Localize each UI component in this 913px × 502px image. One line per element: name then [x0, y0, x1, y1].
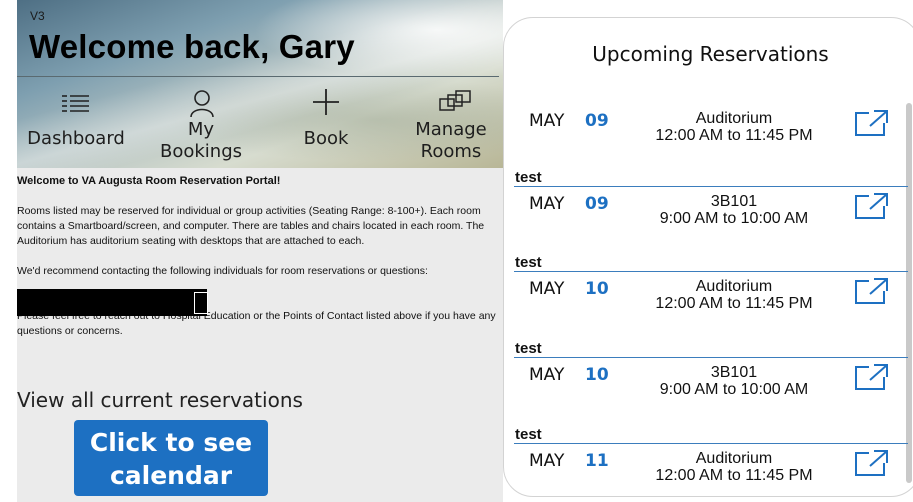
- open-external-icon[interactable]: [853, 191, 891, 221]
- reservation-note: test: [515, 426, 542, 443]
- intro-paragraph-rooms: Rooms listed may be reserved for individ…: [17, 205, 485, 247]
- reservation-time: 12:00 AM to 11:45 PM: [655, 295, 813, 312]
- reservation-item: MAY 09 Auditorium 12:00 AM to 11:45 PM: [504, 86, 908, 172]
- reservation-time: 9:00 AM to 10:00 AM: [659, 210, 809, 227]
- reservation-item: test MAY 10 Auditorium 12:00 AM to 11:45…: [504, 254, 908, 340]
- reservation-time: 12:00 AM to 11:45 PM: [655, 127, 813, 144]
- reservation-note: test: [515, 254, 542, 271]
- intro-text: Welcome to VA Augusta Room Reservation P…: [17, 174, 497, 354]
- view-all-reservations-label: View all current reservations: [17, 388, 303, 412]
- redacted-contact-edge: [194, 292, 208, 314]
- nav-manage-rooms[interactable]: Manage Rooms: [392, 86, 503, 166]
- reservation-divider: [514, 271, 908, 272]
- reservation-room: 3B101: [710, 364, 758, 381]
- reservation-item: test MAY 09 3B101 9:00 AM to 10:00 AM: [504, 169, 908, 255]
- person-icon: [142, 86, 260, 120]
- reservation-room: Auditorium: [695, 278, 773, 295]
- upcoming-reservations-panel: Upcoming Reservations MAY 09 Auditorium …: [503, 17, 913, 497]
- nav-dashboard[interactable]: Dashboard: [17, 86, 135, 166]
- header-banner: V3 Welcome back, Gary Dashboard My Booki…: [17, 0, 503, 168]
- see-calendar-button[interactable]: Click to see calendar: [74, 420, 268, 496]
- nav-my-bookings-label: My Bookings: [159, 119, 242, 162]
- nav-manage-rooms-label: Manage Rooms: [415, 119, 487, 162]
- reservation-day: 11: [585, 451, 609, 471]
- plus-icon: [267, 86, 385, 120]
- reservation-month: MAY: [529, 365, 565, 385]
- reservation-room: Auditorium: [695, 110, 773, 127]
- intro-paragraph-contacts: We'd recommend contacting the following …: [17, 265, 428, 277]
- open-external-icon[interactable]: [853, 108, 891, 138]
- reservation-divider: [514, 443, 908, 444]
- reservation-month: MAY: [529, 451, 565, 471]
- reservation-month: MAY: [529, 111, 565, 131]
- version-label: V3: [30, 9, 45, 23]
- open-external-icon[interactable]: [853, 448, 891, 478]
- reservation-item: test MAY 11 Auditorium 12:00 AM to 11:45…: [504, 426, 908, 496]
- nav-my-bookings[interactable]: My Bookings: [142, 86, 260, 166]
- reservation-time: 12:00 AM to 11:45 PM: [655, 467, 813, 484]
- reservation-divider: [514, 357, 908, 358]
- reservation-day: 10: [585, 365, 609, 385]
- reservations-title: Upcoming Reservations: [592, 42, 829, 66]
- nav-book[interactable]: Book: [267, 86, 385, 166]
- intro-title: Welcome to VA Augusta Room Reservation P…: [17, 175, 281, 187]
- reservation-item: test MAY 10 3B101 9:00 AM to 10:00 AM: [504, 340, 908, 426]
- see-calendar-button-line1: Click to see: [89, 428, 253, 457]
- rooms-icon: [392, 86, 503, 120]
- reservation-room: 3B101: [710, 193, 758, 210]
- page-title: Welcome back, Gary: [29, 28, 355, 65]
- redacted-contact: [17, 289, 207, 316]
- reservation-divider: [514, 186, 908, 187]
- reservation-note: test: [515, 340, 542, 357]
- reservation-time: 9:00 AM to 10:00 AM: [659, 381, 809, 398]
- reservation-note: test: [515, 169, 542, 186]
- nav-dashboard-label: Dashboard: [27, 128, 125, 149]
- header-divider: [17, 76, 499, 77]
- open-external-icon[interactable]: [853, 276, 891, 306]
- reservation-month: MAY: [529, 194, 565, 214]
- reservation-room: Auditorium: [695, 450, 773, 467]
- reservation-month: MAY: [529, 279, 565, 299]
- left-pane: V3 Welcome back, Gary Dashboard My Booki…: [17, 0, 503, 502]
- reservation-day: 09: [585, 111, 609, 131]
- nav-book-label: Book: [303, 128, 349, 149]
- see-calendar-button-line2: calendar: [109, 461, 233, 490]
- open-external-icon[interactable]: [853, 362, 891, 392]
- reservation-day: 09: [585, 194, 609, 214]
- dashboard-icon: [17, 86, 135, 120]
- reservation-day: 10: [585, 279, 609, 299]
